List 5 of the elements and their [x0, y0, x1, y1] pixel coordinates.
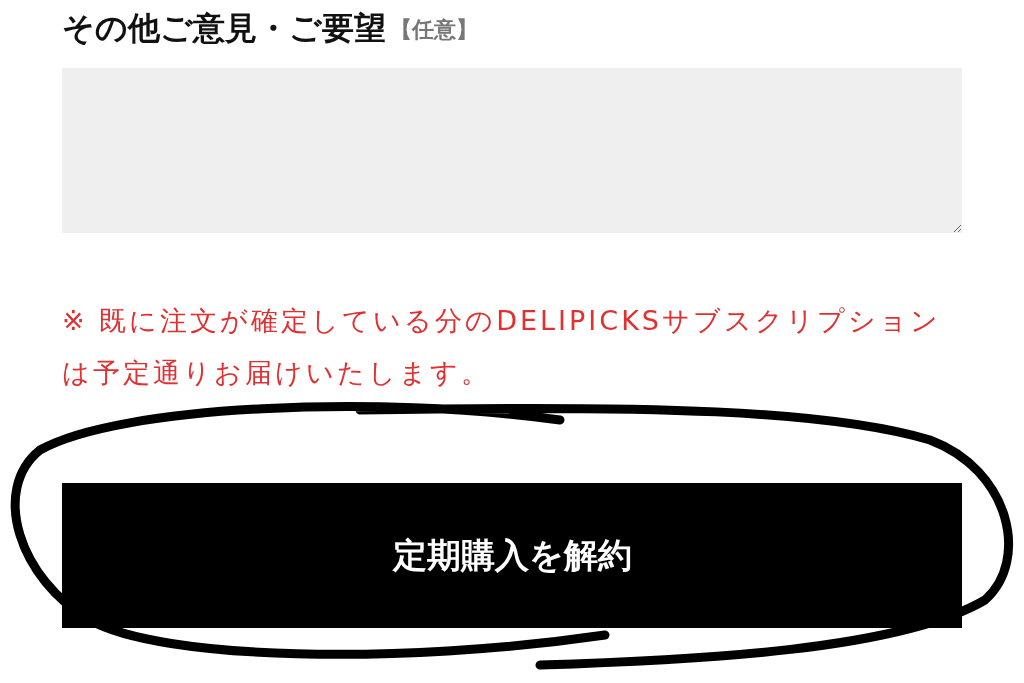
optional-tag: 【任意】: [390, 8, 478, 52]
comment-field[interactable]: [62, 68, 962, 233]
notice-text: ※ 既に注文が確定している分のDELIPICKSサブスクリプションは予定通りお届けいたします。: [62, 304, 942, 390]
cancel-subscription-button[interactable]: 定期購入を解約: [62, 483, 962, 628]
field-label: その他ご意見・ご要望: [62, 8, 386, 48]
